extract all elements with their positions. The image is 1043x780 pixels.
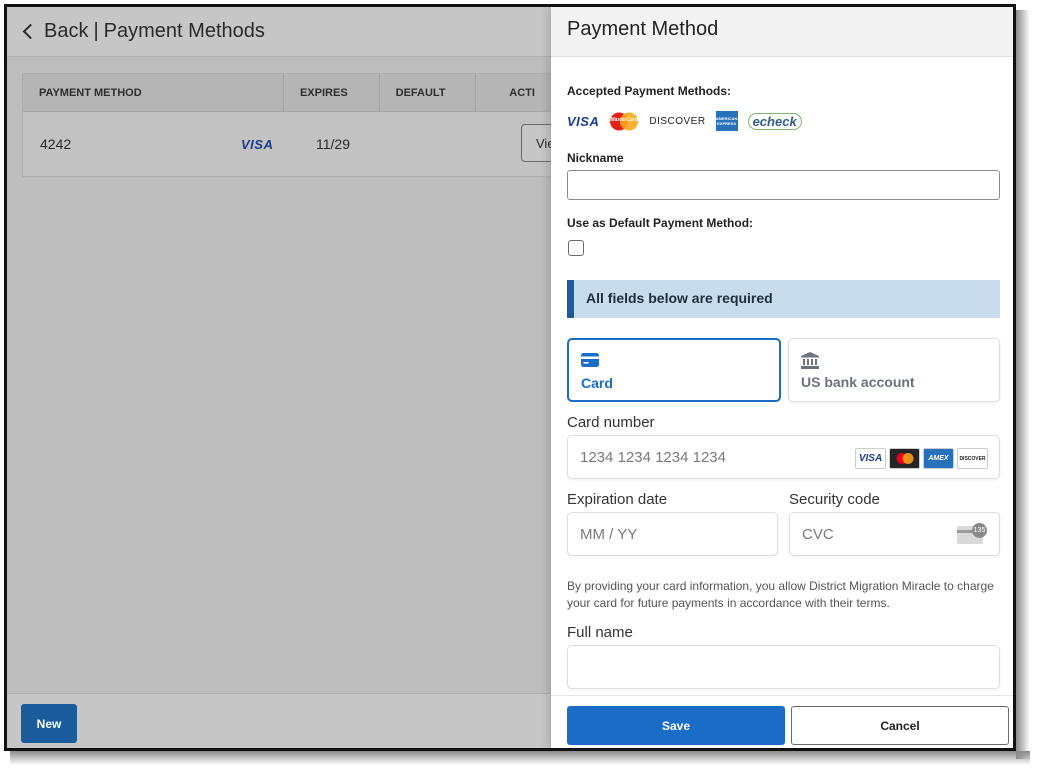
card-icon (581, 353, 599, 370)
expiration-date-label: Expiration date (567, 491, 668, 508)
cvc-card-icon: 135 (957, 523, 987, 545)
mastercard-logo-icon: MasterCard (609, 112, 639, 131)
expiration-placeholder: MM / YY (580, 526, 638, 543)
payment-method-panel: Payment Method Accepted Payment Methods:… (551, 7, 1013, 748)
visa-brand-icon: VISA (855, 448, 886, 469)
discover-logo-icon: DISCOVER (649, 115, 706, 127)
discover-brand-icon: DISCOVER (957, 448, 988, 469)
accepted-methods-label: Accepted Payment Methods: (567, 84, 732, 98)
nickname-input[interactable] (567, 170, 1000, 200)
table-header: PAYMENT METHOD EXPIRES DEFAULT ACTI (23, 74, 581, 112)
expiration-date-input[interactable]: MM / YY (567, 512, 778, 556)
visa-logo-icon: VISA (241, 136, 274, 152)
security-code-label: Security code (789, 491, 880, 508)
default-method-checkbox[interactable] (568, 240, 584, 256)
card-number-label: Card number (567, 414, 655, 431)
card-brand-logos: VISA AMEX DISCOVER (855, 448, 988, 469)
echeck-logo-icon: echeck (747, 112, 802, 130)
security-code-placeholder: CVC (802, 526, 834, 543)
amex-brand-icon: AMEX (923, 448, 954, 469)
amex-logo-text: AMERICAN EXPRESS (715, 116, 738, 126)
column-header-default: DEFAULT (380, 74, 477, 111)
nickname-label: Nickname (567, 151, 624, 165)
full-name-input[interactable] (567, 645, 1000, 689)
window-shadow-right (1016, 10, 1030, 759)
back-link[interactable]: Back (19, 20, 88, 43)
column-header-expires: EXPIRES (284, 74, 380, 111)
page-title: Payment Methods (103, 20, 265, 42)
panel-title: Payment Method (551, 7, 1013, 57)
table-row: 4242 VISA 11/29 Vie (23, 112, 581, 176)
app-window: Back | Payment Methods PAYMENT METHOD EX… (4, 4, 1016, 751)
save-button[interactable]: Save (567, 706, 785, 745)
amex-logo-icon: AMERICAN EXPRESS (715, 111, 738, 131)
window-shadow-bottom (10, 751, 1030, 765)
new-button[interactable]: New (21, 704, 77, 743)
tab-bank-label: US bank account (801, 374, 915, 390)
visa-logo-icon: VISA (567, 113, 600, 129)
card-last-four: 4242 (40, 136, 72, 152)
default-method-label: Use as Default Payment Method: (567, 216, 754, 230)
chevron-left-icon (22, 23, 39, 40)
tab-card-label: Card (581, 375, 613, 391)
column-header-payment-method: PAYMENT METHOD (23, 74, 284, 111)
card-disclaimer: By providing your card information, you … (567, 579, 994, 610)
cancel-button[interactable]: Cancel (791, 706, 1009, 745)
required-fields-notice: All fields below are required (567, 280, 1000, 318)
cvc-icon-text: 135 (972, 523, 987, 538)
payment-methods-table: PAYMENT METHOD EXPIRES DEFAULT ACTI 4242… (22, 73, 582, 177)
tab-card[interactable]: Card (567, 338, 781, 402)
panel-footer: Save Cancel (551, 695, 1013, 748)
card-expires: 11/29 (316, 136, 350, 152)
tab-us-bank-account[interactable]: US bank account (788, 338, 1000, 402)
mastercard-logo-text: MasterCard (610, 116, 638, 123)
card-number-input[interactable]: 1234 1234 1234 1234 VISA AMEX DISCOVER (567, 435, 1000, 479)
back-label: Back (44, 20, 89, 42)
bank-icon (801, 352, 819, 372)
accepted-logos: VISA MasterCard DISCOVER AMERICAN EXPRES… (567, 111, 802, 131)
mastercard-brand-icon (889, 448, 920, 469)
header-separator: | (93, 20, 99, 42)
card-number-placeholder: 1234 1234 1234 1234 (580, 449, 726, 466)
security-code-input[interactable]: CVC 135 (789, 512, 1000, 556)
full-name-label: Full name (567, 624, 633, 641)
